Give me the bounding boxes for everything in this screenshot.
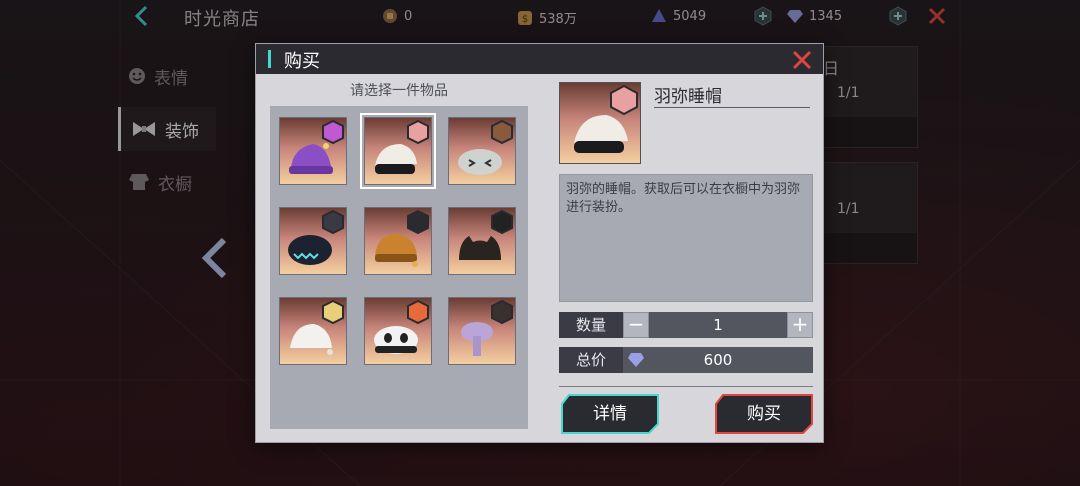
total-price-label: 总价 xyxy=(559,347,623,373)
selected-item-preview xyxy=(559,82,641,164)
character-badge-icon xyxy=(491,210,513,234)
character-badge-icon xyxy=(491,300,513,324)
details-button[interactable]: 详情 xyxy=(561,394,659,434)
dialog-title: 购买 xyxy=(284,51,320,72)
total-price-box: 600 xyxy=(623,347,813,373)
quantity-increase-button[interactable]: + xyxy=(787,312,813,338)
character-badge-icon xyxy=(322,300,344,324)
hat-icon xyxy=(461,322,493,356)
divider xyxy=(559,386,813,387)
hat-icon xyxy=(289,143,333,174)
item-slot-lavender-plant[interactable] xyxy=(448,297,516,365)
character-badge-icon xyxy=(407,300,429,324)
hat-icon xyxy=(374,326,418,354)
divider xyxy=(654,107,810,108)
diamond-icon xyxy=(628,353,644,367)
item-slot-black-shark-hat[interactable] xyxy=(279,207,347,275)
selected-item-name: 羽弥睡帽 xyxy=(654,87,722,107)
dialog-header: 购买 xyxy=(256,44,823,74)
choose-item-label: 请选择一件物品 xyxy=(350,83,448,99)
hat-icon xyxy=(459,236,501,260)
character-badge-icon xyxy=(322,120,344,144)
quantity-decrease-button[interactable]: − xyxy=(623,312,649,338)
character-badge-icon xyxy=(322,210,344,234)
close-icon[interactable] xyxy=(791,49,813,71)
hat-icon xyxy=(290,324,333,355)
character-badge-icon xyxy=(491,120,513,144)
purchase-dialog: 购买 请选择一件物品 羽弥睡帽 羽弥的睡帽。获取后可以在衣橱中为羽弥进行装扮。 … xyxy=(256,44,823,442)
character-badge-icon xyxy=(407,210,429,234)
buy-button-label: 购买 xyxy=(747,404,781,424)
hat-icon xyxy=(375,144,417,174)
character-badge-icon xyxy=(407,120,429,144)
character-badge-icon xyxy=(610,85,638,115)
quantity-label: 数量 xyxy=(559,312,623,338)
hat-icon xyxy=(458,149,502,175)
quantity-value[interactable]: 1 xyxy=(649,312,787,338)
buy-button[interactable]: 购买 xyxy=(715,394,813,434)
item-slot-black-cat-hat[interactable] xyxy=(448,207,516,275)
item-slot-purple-witch-hat[interactable] xyxy=(279,117,347,185)
hat-icon xyxy=(375,234,418,267)
details-button-label: 详情 xyxy=(593,404,627,424)
item-description: 羽弥的睡帽。获取后可以在衣橱中为羽弥进行装扮。 xyxy=(566,182,801,215)
hat-icon xyxy=(574,115,628,153)
item-slot-grey-mask-hat[interactable] xyxy=(448,117,516,185)
header-accent xyxy=(268,50,271,68)
total-price-value: 600 xyxy=(703,351,733,369)
item-slot-white-beanie[interactable] xyxy=(279,297,347,365)
item-slot-white-sleep-cap[interactable] xyxy=(360,113,436,189)
item-slot-orange-bear-hat[interactable] xyxy=(364,207,432,275)
item-slot-panda-hat[interactable] xyxy=(364,297,432,365)
hat-icon xyxy=(288,235,332,265)
description-box: 羽弥的睡帽。获取后可以在衣橱中为羽弥进行装扮。 xyxy=(559,174,813,302)
